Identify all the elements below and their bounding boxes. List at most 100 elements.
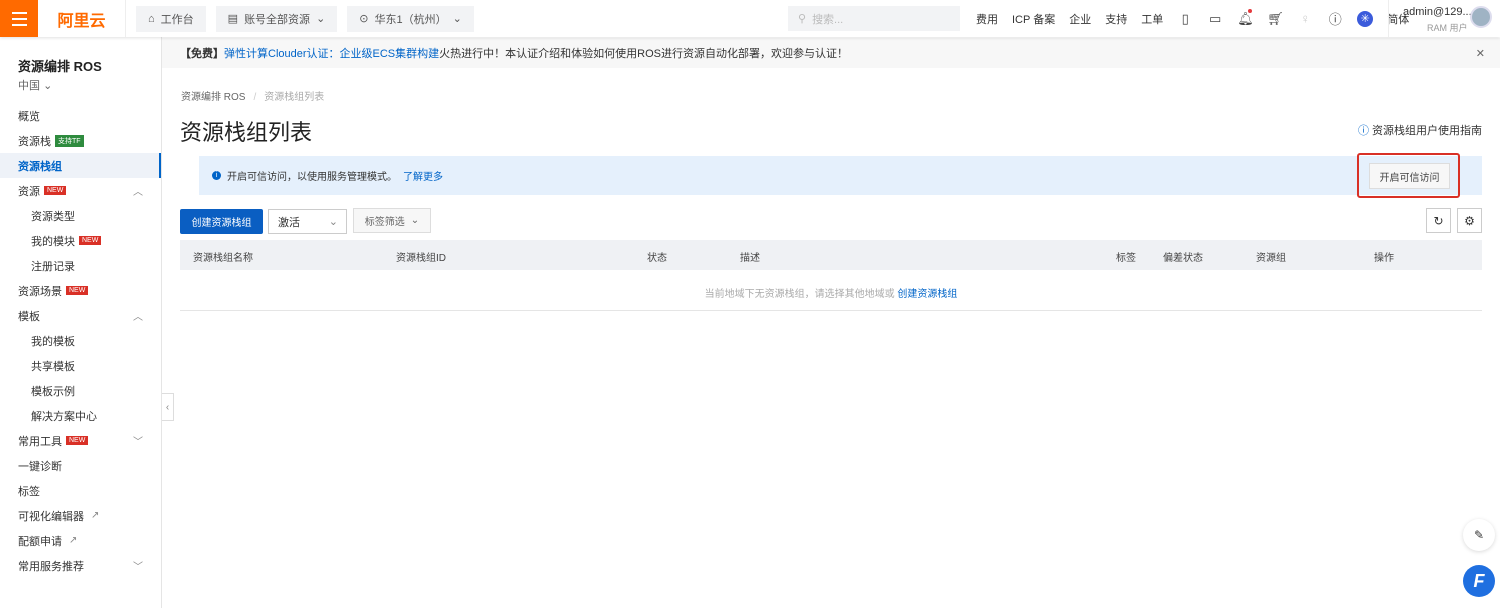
- banner-link-clouder[interactable]: 弹性计算Clouder认证：: [224, 45, 340, 61]
- empty-state: 当前地域下无资源栈组，请选择其他地域或 创建资源栈组: [180, 270, 1482, 311]
- refresh-button[interactable]: ↻: [1426, 208, 1451, 233]
- sidebar-item-label: 一键诊断: [18, 460, 62, 473]
- chevron-up-icon: ︿: [133, 312, 143, 323]
- sidebar-item[interactable]: 常用工具 NEW ﹀: [0, 428, 161, 453]
- learn-more-link[interactable]: 了解更多: [403, 168, 443, 183]
- tag-filter-button[interactable]: 标签筛选 ⌄: [353, 208, 431, 233]
- sidebar-item[interactable]: 我的模块 NEW: [0, 228, 161, 253]
- location-icon: ⊙: [359, 13, 369, 25]
- region-label: 华东1（杭州）: [374, 13, 447, 26]
- sidebar-badge: NEW: [44, 186, 67, 195]
- user-menu[interactable]: admin@129... RAM 用户: [1388, 0, 1500, 37]
- assistant-button[interactable]: F: [1463, 565, 1495, 597]
- sidebar-item[interactable]: 资源场景 NEW: [0, 278, 161, 303]
- sidebar-item[interactable]: 资源栈组: [0, 153, 161, 178]
- tag-filter-label: 标签筛选: [364, 217, 405, 228]
- create-stack-group-button[interactable]: 创建资源栈组: [180, 209, 263, 234]
- lightbulb-icon[interactable]: ♀: [1297, 11, 1313, 26]
- account-selector[interactable]: ▤ 账号全部资源 ⌄: [215, 5, 338, 32]
- sidebar-item-label: 资源: [18, 185, 40, 198]
- sidebar-item-label: 我的模板: [31, 335, 75, 348]
- edit-icon: ✎: [1473, 528, 1485, 542]
- sidebar-item[interactable]: 模板 ︿: [0, 303, 161, 328]
- feedback-button[interactable]: ✎: [1463, 519, 1495, 551]
- sidebar-item[interactable]: 模板示例: [0, 378, 161, 403]
- sidebar-item[interactable]: 配额申请 ↗: [0, 528, 161, 553]
- workbench-label: 工作台: [160, 13, 194, 26]
- workbench-button[interactable]: ⌂ 工作台: [136, 5, 206, 32]
- chevron-down-icon: ⌄: [452, 13, 462, 25]
- trusted-access-notice: i 开启可信访问，以使用服务管理模式。 了解更多: [199, 156, 1482, 195]
- region-switch[interactable]: 中国 ⌄: [18, 77, 52, 93]
- breadcrumb-ros[interactable]: 资源编排 ROS: [181, 92, 245, 103]
- app-icon[interactable]: ▯: [1177, 11, 1193, 27]
- banner-text: 火热进行中！本认证介绍和体验如何使用ROS进行资源自动化部署，欢迎参与认证！: [439, 48, 848, 60]
- cart-icon[interactable]: 🛒︎: [1267, 11, 1284, 27]
- help-icon[interactable]: ⓘ: [1327, 9, 1343, 28]
- sidebar-item-label: 标签: [18, 485, 40, 498]
- banner-link-ecs[interactable]: 企业级ECS集群构建: [340, 45, 440, 61]
- logo-text: 阿里云: [57, 12, 106, 30]
- empty-create-link[interactable]: 创建资源栈组: [897, 289, 957, 300]
- chevron-down-icon: ⌄: [410, 215, 420, 226]
- sidebar-collapse-button[interactable]: ‹: [162, 393, 174, 421]
- status-filter-select[interactable]: 激活 ⌄: [268, 209, 347, 234]
- sidebar-item-label: 常用工具: [18, 435, 62, 448]
- sidebar-item[interactable]: 共享模板: [0, 353, 161, 378]
- nav-icp[interactable]: ICP 备案: [1012, 11, 1055, 27]
- bell-icon[interactable]: 🔔︎: [1237, 8, 1254, 27]
- sidebar-item[interactable]: 可视化编辑器 ↗: [0, 503, 161, 528]
- nav-ticket[interactable]: 工单: [1141, 11, 1163, 27]
- chevron-up-icon: ︿: [133, 187, 143, 198]
- nav-fees[interactable]: 费用: [976, 11, 998, 27]
- sidebar-badge: NEW: [66, 286, 89, 295]
- breadcrumb-current: 资源栈组列表: [264, 92, 325, 103]
- guide-link[interactable]: ⓘ 资源栈组用户使用指南: [1358, 122, 1482, 138]
- ai-assistant-icon[interactable]: ✳: [1357, 10, 1374, 27]
- column-description: 描述: [740, 253, 760, 264]
- sidebar-item[interactable]: 资源 NEW ︿: [0, 178, 161, 203]
- nav-enterprise[interactable]: 企业: [1069, 11, 1091, 27]
- sidebar-item-label: 解决方案中心: [31, 410, 97, 423]
- sidebar-item[interactable]: 常用服务推荐 ﹀: [0, 553, 161, 578]
- nav-support[interactable]: 支持: [1105, 11, 1127, 27]
- sidebar-item-label: 概览: [18, 110, 40, 123]
- sidebar: 资源编排 ROS 中国 ⌄ 概览资源栈 支持TF 资源栈组资源 NEW ︿ 资源类型我的模…: [0, 37, 162, 608]
- logo[interactable]: 阿里云: [38, 0, 126, 37]
- sidebar-item[interactable]: 解决方案中心: [0, 403, 161, 428]
- empty-text: 当前地域下无资源栈组，请选择其他地域或: [704, 289, 895, 300]
- search-input[interactable]: ⚲ 搜索...: [788, 6, 960, 31]
- list-icon: ▤: [227, 13, 239, 25]
- sidebar-item-label: 我的模块: [31, 235, 75, 248]
- column-id: 资源栈组ID: [396, 253, 446, 264]
- info-icon: i: [212, 171, 221, 180]
- help-icon: ⓘ: [1357, 125, 1369, 137]
- terminal-icon[interactable]: ▭: [1207, 11, 1223, 27]
- sidebar-item[interactable]: 我的模板: [0, 328, 161, 353]
- column-drift-status: 偏差状态: [1163, 253, 1203, 264]
- sidebar-badge: 支持TF: [55, 134, 84, 147]
- sidebar-title: 资源编排 ROS: [18, 59, 102, 74]
- promo-banner: 【免费】 弹性计算Clouder认证： 企业级ECS集群构建 火热进行中！本认证…: [162, 38, 1500, 68]
- page-title: 资源栈组列表: [180, 120, 313, 145]
- search-icon: ⚲: [798, 13, 807, 25]
- column-name: 资源栈组名称: [193, 253, 253, 264]
- close-icon[interactable]: ✕: [1476, 47, 1485, 60]
- sidebar-item[interactable]: 资源栈 支持TF: [0, 128, 161, 153]
- column-resource-group: 资源组: [1256, 253, 1286, 264]
- menu-button[interactable]: [0, 0, 38, 37]
- sidebar-item-label: 资源类型: [31, 210, 75, 223]
- sidebar-item[interactable]: 概览: [0, 103, 161, 128]
- settings-button[interactable]: ⚙: [1457, 208, 1482, 233]
- region-selector[interactable]: ⊙ 华东1（杭州） ⌄: [347, 5, 474, 32]
- sidebar-item[interactable]: 资源类型: [0, 203, 161, 228]
- sidebar-item-label: 配额申请: [18, 535, 62, 548]
- account-label: 账号全部资源: [244, 13, 311, 26]
- chevron-down-icon: ⌄: [43, 80, 53, 92]
- sidebar-item[interactable]: 标签: [0, 478, 161, 503]
- user-name: admin@129...: [1403, 6, 1472, 18]
- sidebar-item[interactable]: 一键诊断: [0, 453, 161, 478]
- sidebar-item[interactable]: 注册记录: [0, 253, 161, 278]
- enable-trusted-access-button[interactable]: 开启可信访问: [1369, 163, 1450, 189]
- guide-label: 资源栈组用户使用指南: [1372, 125, 1482, 137]
